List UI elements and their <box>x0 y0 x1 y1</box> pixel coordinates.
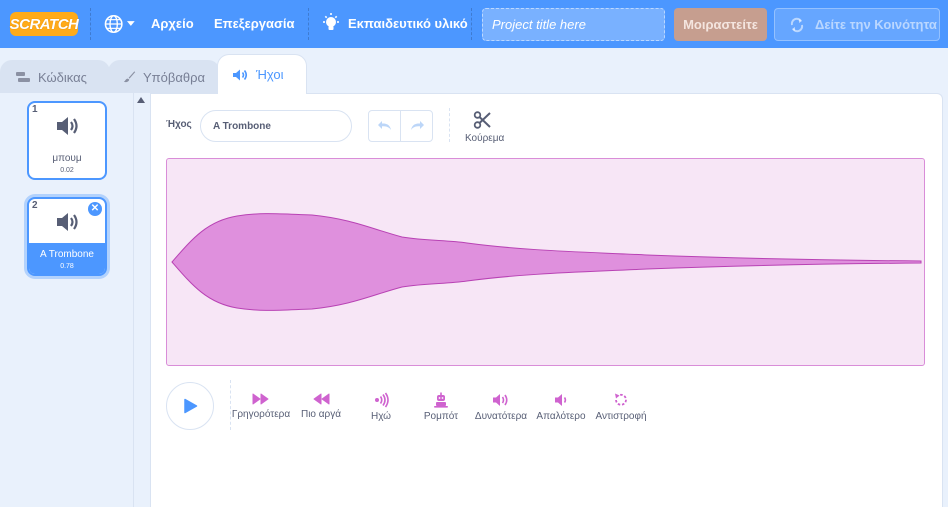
see-community-button[interactable]: Δείτε την Κοινότητα <box>774 8 940 41</box>
effect-softer-button[interactable]: Απαλότερο <box>531 392 591 422</box>
redo-icon <box>410 121 424 130</box>
robot-icon <box>434 392 448 408</box>
sound-number: 2 <box>32 200 38 211</box>
sound-duration: 0.02 <box>60 167 74 174</box>
menu-divider <box>308 8 309 40</box>
waveform-area[interactable] <box>166 158 925 366</box>
rewind-icon <box>313 393 330 405</box>
fast-forward-icon <box>252 393 269 405</box>
scrollbar-track[interactable] <box>134 93 150 507</box>
tab-backdrops-label: Υπόβαθρα <box>142 69 205 85</box>
speaker-icon <box>233 69 248 80</box>
reverse-icon <box>615 393 627 406</box>
tutorials-label: Εκπαιδευτικό υλικό <box>348 15 468 31</box>
volume-down-icon <box>555 394 567 406</box>
volume-up-icon <box>493 394 508 406</box>
menu-bar: SCRATCH Αρχείο Επεξεργασία Εκπαιδευτικό … <box>0 0 948 48</box>
share-button[interactable]: Μοιραστείτε <box>674 8 767 41</box>
undo-redo-group <box>368 110 433 142</box>
menu-divider <box>90 8 91 40</box>
delete-sound-button[interactable]: ✕ <box>88 202 102 216</box>
tab-sounds-label: Ήχοι <box>256 67 284 82</box>
sound-number: 1 <box>32 104 38 115</box>
tab-backdrops[interactable]: Υπόβαθρα <box>108 60 220 93</box>
see-project-page-icon <box>790 17 804 32</box>
effect-faster-button[interactable]: Γρηγορότερα <box>231 392 291 420</box>
effect-slower-label: Πιο αργά <box>300 409 342 420</box>
lightbulb-icon <box>323 13 339 30</box>
scissors-icon <box>473 111 491 129</box>
toolbar-divider <box>449 108 450 142</box>
speaker-icon <box>57 213 78 231</box>
sound-duration: 0.78 <box>60 263 74 270</box>
speaker-icon <box>57 117 78 135</box>
redo-button[interactable] <box>400 111 432 141</box>
undo-button[interactable] <box>369 111 400 141</box>
sound-tile[interactable]: 1 μπουμ 0.02 <box>27 101 107 180</box>
trim-label: Κούρεμα <box>465 133 505 144</box>
scroll-up-arrow[interactable] <box>137 97 145 103</box>
effect-reverse-button[interactable]: Αντιστροφή <box>591 392 651 422</box>
undo-icon <box>377 121 391 130</box>
tab-sounds[interactable]: Ήχοι <box>217 54 307 94</box>
play-icon <box>184 398 198 414</box>
language-menu[interactable] <box>104 12 136 36</box>
sound-name-label: Ήχος <box>166 119 192 130</box>
project-title-input[interactable]: Project title here <box>482 8 665 41</box>
trim-button[interactable]: Κούρεμα <box>465 110 505 144</box>
effect-softer-label: Απαλότερο <box>536 411 586 422</box>
sound-name: μπουμ <box>52 153 82 164</box>
see-community-label: Δείτε την Κοινότητα <box>815 17 937 32</box>
menu-divider <box>471 8 472 40</box>
effect-louder-label: Δυνατότερα <box>474 411 528 422</box>
effect-reverse-label: Αντιστροφή <box>595 411 647 422</box>
globe-icon <box>104 15 123 33</box>
effect-robot-label: Ρομπότ <box>423 411 459 422</box>
effect-robot-button[interactable]: Ρομπότ <box>411 392 471 422</box>
effect-echo-button[interactable]: Ηχώ <box>351 392 411 422</box>
code-icon <box>16 72 30 82</box>
sound-name-input[interactable] <box>200 110 352 142</box>
sound-name: A Trombone <box>40 249 94 260</box>
scratch-logo[interactable]: SCRATCH <box>10 12 79 36</box>
effect-louder-button[interactable]: Δυνατότερα <box>471 392 531 422</box>
edit-menu[interactable]: Επεξεργασία <box>214 16 295 31</box>
play-sound-button[interactable] <box>166 382 214 430</box>
waveform <box>171 213 922 311</box>
effect-echo-label: Ηχώ <box>370 411 391 422</box>
effect-slower-button[interactable]: Πιο αργά <box>291 392 351 420</box>
sound-tile-selected[interactable]: 2 ✕ A Trombone 0.78 <box>27 197 107 276</box>
caret-down-icon <box>127 21 136 26</box>
effect-faster-label: Γρηγορότερα <box>231 409 291 420</box>
tab-code[interactable]: Κώδικας <box>0 60 110 93</box>
file-menu[interactable]: Αρχείο <box>151 16 194 31</box>
brush-icon <box>123 71 136 83</box>
echo-icon <box>375 392 389 408</box>
tutorials-button[interactable]: Εκπαιδευτικό υλικό <box>322 12 468 34</box>
tab-code-label: Κώδικας <box>38 69 87 85</box>
